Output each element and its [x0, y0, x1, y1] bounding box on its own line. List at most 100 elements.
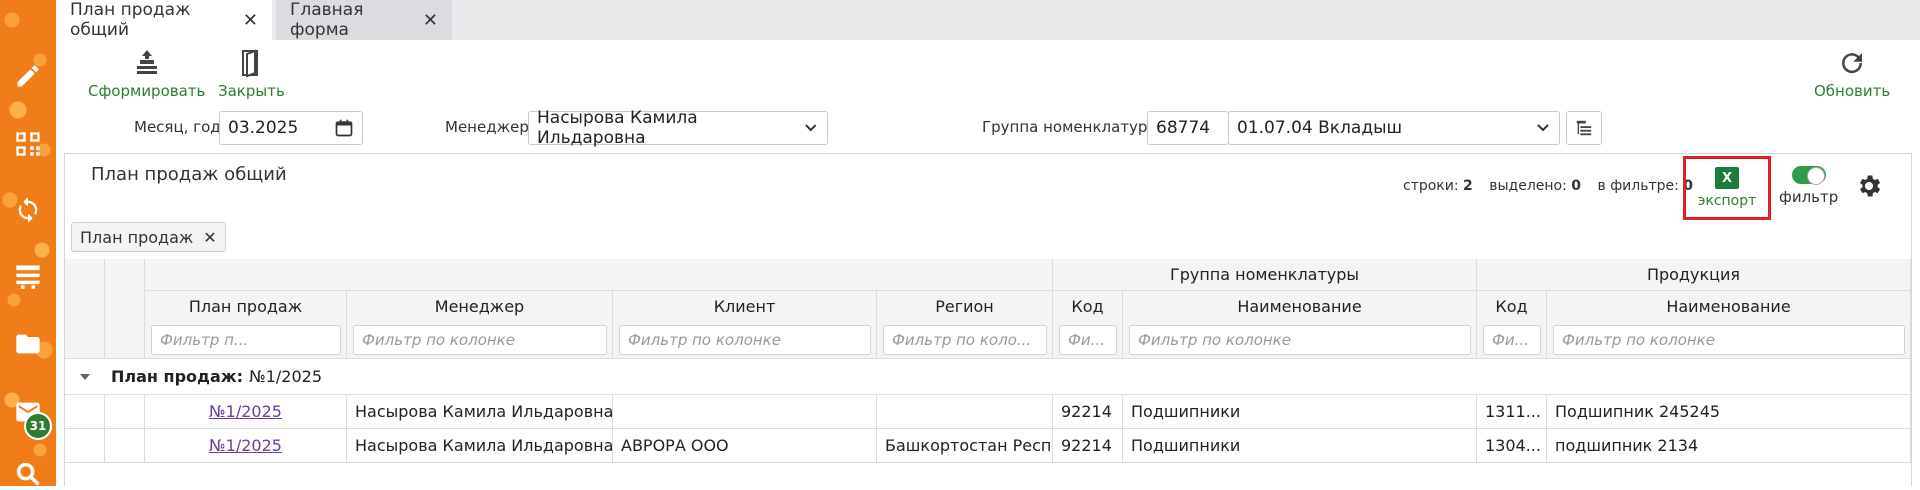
caret-down-icon[interactable]: [79, 371, 91, 383]
search-icon[interactable]: [12, 458, 44, 490]
tab-bar: План продаж общий ✕ Главная форма ✕: [56, 0, 1920, 40]
chip-label: План продаж: [80, 227, 194, 247]
row-spacer: [65, 395, 105, 429]
filter-toggle[interactable]: фильтр: [1779, 166, 1838, 206]
refresh-button-label: Обновить: [1814, 82, 1891, 100]
month-value: 03.2025: [228, 118, 299, 138]
table-row-cell-nom-name: Подшипники: [1123, 429, 1477, 463]
plan-link[interactable]: №1/2025: [209, 436, 282, 455]
selected-value: 0: [1571, 178, 1582, 194]
group-row[interactable]: План продаж: №1/2025: [105, 359, 1911, 395]
close-button-label: Закрыть: [218, 82, 285, 100]
chevron-down-icon[interactable]: [1535, 120, 1551, 136]
table-row-cell-prod-name: Подшипник 245245: [1547, 395, 1911, 429]
table-row-cell-nom-code: 92214: [1053, 395, 1123, 429]
column-header-plan[interactable]: План продаж: [145, 291, 347, 321]
qr-code-icon[interactable]: [12, 128, 44, 160]
row-select-cell[interactable]: [105, 429, 145, 463]
table-row-cell-plan[interactable]: №1/2025: [145, 395, 347, 429]
manager-value: Насырова Камила Ильдаровна: [537, 108, 698, 148]
group-code-value: 68774: [1156, 118, 1211, 138]
excel-icon: X: [1715, 167, 1739, 189]
column-header-prod-name[interactable]: Наименование: [1547, 291, 1911, 321]
group-header-nomenclature: Группа номенклатуры: [1053, 259, 1477, 291]
header-spacer: [613, 259, 877, 291]
table-row-cell-client: АВРОРА ООО: [613, 429, 877, 463]
tab-close-icon[interactable]: ✕: [243, 10, 258, 31]
table-row-cell-prod-code: 1311...: [1477, 395, 1547, 429]
group-row-label: План продаж:: [111, 367, 244, 386]
table-row-cell-prod-name: подшипник 2134: [1547, 429, 1911, 463]
filter-input-client[interactable]: Фильтр по колонке: [619, 325, 871, 355]
filter-input-prod-name[interactable]: Фильтр по колонке: [1553, 325, 1905, 355]
left-sidebar: 31: [0, 0, 56, 486]
tab-sales-plan-total[interactable]: План продаж общий ✕: [56, 0, 272, 40]
manager-label: Менеджер: [445, 118, 529, 136]
table-row-cell-region: Башкортостан Респ: [877, 429, 1053, 463]
filter-input-nom-name[interactable]: Фильтр по колонке: [1129, 325, 1471, 355]
column-header-nom-code[interactable]: Код: [1053, 291, 1123, 321]
table-row-cell-nom-name: Подшипники: [1123, 395, 1477, 429]
toggle-switch[interactable]: [1791, 166, 1826, 185]
sync-icon[interactable]: [12, 194, 44, 226]
grouping-chip[interactable]: План продаж ✕: [71, 222, 226, 252]
group-code-field[interactable]: 68774: [1147, 111, 1229, 145]
column-header-nom-name[interactable]: Наименование: [1123, 291, 1477, 321]
tab-label: Главная форма: [290, 0, 364, 40]
filter-input-plan[interactable]: Фильтр п...: [151, 325, 341, 355]
rows-value: 2: [1463, 178, 1473, 194]
row-select-cell[interactable]: [105, 395, 145, 429]
filter-input-prod-code[interactable]: Фи...: [1483, 325, 1541, 355]
manager-select[interactable]: Насырова Камила Ильдаровна: [528, 108, 828, 148]
selected-label: выделено:: [1489, 178, 1567, 194]
group-select[interactable]: 01.07.04 Вкладыш: [1228, 111, 1560, 145]
table-row-cell-client: [613, 395, 877, 429]
month-label: Месяц, год: [134, 118, 221, 136]
column-header-prod-code[interactable]: Код: [1477, 291, 1547, 321]
table-row-cell-prod-code: 1304...: [1477, 429, 1547, 463]
tree-list-icon: [1576, 120, 1592, 136]
table-row-cell-manager: Насырова Камила Ильдаровна: [347, 395, 613, 429]
gear-icon: [1860, 175, 1881, 197]
column-header-manager[interactable]: Менеджер: [347, 291, 613, 321]
filter-input-nom-code[interactable]: Фи...: [1059, 325, 1117, 355]
header-spacer: [145, 259, 347, 291]
in-filter-label: в фильтре:: [1597, 178, 1679, 194]
export-button[interactable]: X экспорт: [1683, 156, 1771, 220]
tab-close-icon[interactable]: ✕: [423, 10, 438, 31]
panel-title: План продаж общий: [91, 164, 287, 185]
month-field[interactable]: 03.2025: [219, 111, 363, 145]
form-button-label: Сформировать: [88, 82, 206, 100]
chevron-down-icon[interactable]: [803, 120, 819, 136]
table-row-cell-nom-code: 92214: [1053, 429, 1123, 463]
form-button[interactable]: Сформировать: [88, 48, 205, 100]
select-column-header: [105, 259, 145, 359]
mail-badge: 31: [24, 412, 52, 440]
column-header-client[interactable]: Клиент: [613, 291, 877, 321]
close-button[interactable]: Закрыть: [218, 48, 285, 100]
column-header-region[interactable]: Регион: [877, 291, 1053, 321]
rows-label: строки:: [1403, 178, 1459, 194]
filter-input-manager[interactable]: Фильтр по колонке: [353, 325, 607, 355]
table-row-cell-manager: Насырова Камила Ильдаровна: [347, 429, 613, 463]
pencil-icon[interactable]: [12, 60, 44, 92]
group-expand-cell[interactable]: [65, 359, 105, 395]
filter-input-region[interactable]: Фильтр по коло...: [883, 325, 1047, 355]
row-counters: строки: 2 выделено: 0 в фильтре: 0: [1403, 178, 1693, 194]
tab-main-form[interactable]: Главная форма ✕: [276, 0, 452, 40]
table-row-cell-plan[interactable]: №1/2025: [145, 429, 347, 463]
header-spacer: [877, 259, 1053, 291]
chip-close-icon[interactable]: ✕: [203, 228, 216, 247]
list-icon[interactable]: [12, 260, 44, 292]
group-value: 01.07.04 Вкладыш: [1237, 118, 1403, 138]
folder-icon[interactable]: [12, 328, 44, 360]
refresh-button[interactable]: Обновить: [1814, 48, 1890, 100]
settings-button[interactable]: [1855, 172, 1883, 204]
table-row-cell-region: [877, 395, 1053, 429]
tree-select-button[interactable]: [1566, 111, 1602, 145]
calendar-icon[interactable]: [334, 118, 354, 138]
plan-link[interactable]: №1/2025: [209, 402, 282, 421]
expand-column-header: [65, 259, 105, 359]
form-icon: [136, 50, 157, 74]
door-icon: [242, 49, 259, 78]
